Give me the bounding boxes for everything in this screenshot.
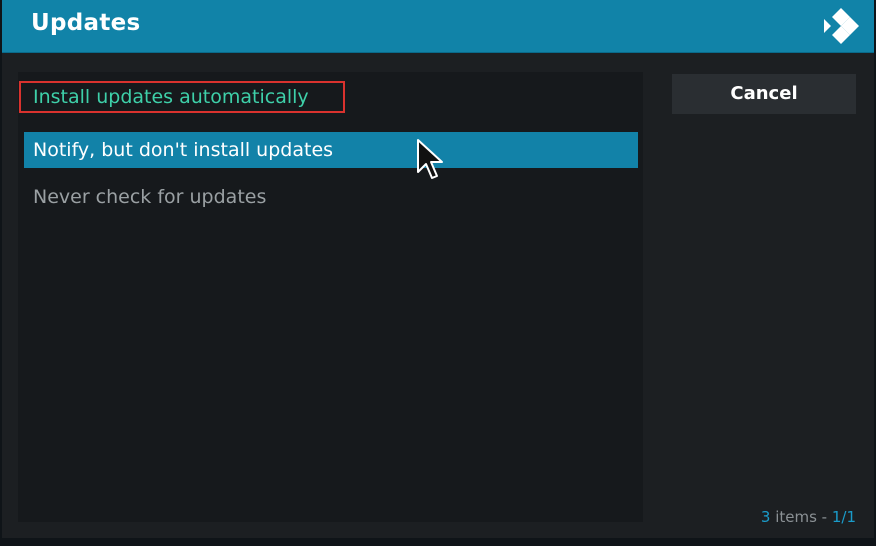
mouse-pointer-icon — [417, 139, 443, 179]
item-count: 3 items - 1/1 — [761, 508, 856, 526]
option-never-check[interactable]: Never check for updates — [24, 179, 638, 215]
item-count-text: items - — [770, 508, 832, 526]
kodi-logo-icon — [824, 8, 859, 44]
cancel-button[interactable]: Cancel — [672, 74, 856, 114]
page-indicator: 1/1 — [831, 508, 856, 526]
dialog-header: Updates — [2, 0, 874, 53]
item-count-number: 3 — [760, 508, 771, 526]
option-notify-only[interactable]: Notify, but don't install updates — [24, 132, 638, 168]
options-list: Install updates automatically Notify, bu… — [18, 72, 643, 522]
dialog-title: Updates — [31, 10, 141, 36]
annotation-highlight-box — [19, 81, 345, 113]
